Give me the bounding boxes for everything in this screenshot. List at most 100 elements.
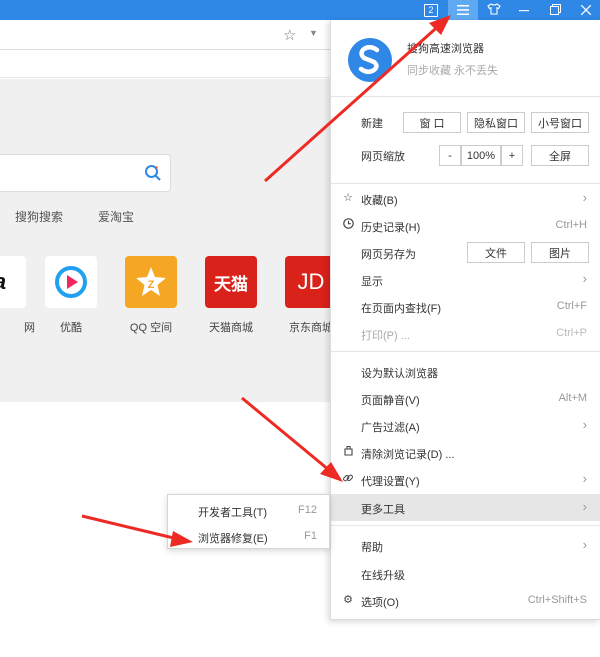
- main-menu: 搜狗高速浏览器 同步收藏 永不丢失 新建 窗 口 隐私窗口 小号窗口 网页缩放 …: [330, 20, 600, 620]
- divider: [331, 183, 600, 184]
- chevron-right-icon: ›: [582, 537, 587, 552]
- skin-button[interactable]: [480, 0, 508, 20]
- chevron-down-icon[interactable]: ▼: [309, 28, 318, 38]
- site-tile-tmall[interactable]: 天猫 天猫商城: [196, 256, 266, 335]
- menu-item-label: 选项(O): [361, 597, 399, 609]
- shortcut-label: F1: [304, 530, 317, 542]
- broom-icon: [341, 445, 355, 459]
- tab-count-badge: 2: [424, 3, 438, 17]
- submenu-item-browser-repair[interactable]: 浏览器修复(E) F1: [168, 523, 331, 549]
- hamburger-icon: [457, 3, 469, 18]
- menu-item-label: 在页面内查找(F): [361, 303, 442, 315]
- save-file-button[interactable]: 文件: [467, 242, 525, 263]
- shortcut-label: Ctrl+P: [556, 327, 587, 339]
- bookmark-bar: [0, 50, 330, 78]
- site-label: 优酷: [60, 322, 82, 334]
- brand-name: 搜狗高速浏览器: [407, 43, 484, 55]
- chevron-right-icon: ›: [582, 417, 587, 432]
- menu-item-more-tools[interactable]: 更多工具 ›: [331, 494, 600, 521]
- new-window-button[interactable]: 窗 口: [403, 112, 461, 133]
- menu-item-label: 广告过滤(A): [361, 422, 420, 434]
- arrow-to-more-tools: [241, 396, 343, 482]
- menu-item-mute[interactable]: 页面静音(V) Alt+M: [331, 385, 600, 412]
- tmall-logo: 天猫: [205, 256, 257, 308]
- zoom-value: 100%: [461, 145, 501, 166]
- close-icon: [580, 3, 592, 18]
- menu-item-label: 打印(P) ...: [361, 330, 410, 342]
- menu-item-find[interactable]: 在页面内查找(F) Ctrl+F: [331, 293, 600, 320]
- site-tile-qzone[interactable]: Z QQ 空间: [116, 256, 186, 335]
- menu-item-label: 显示: [361, 276, 383, 288]
- menu-item-upgrade[interactable]: 在线升级: [331, 560, 600, 587]
- menu-item-label: 在线升级: [361, 570, 405, 582]
- more-tools-submenu: 开发者工具(T) F12 浏览器修复(E) F1: [167, 494, 330, 549]
- zoom-label: 网页缩放: [361, 151, 405, 163]
- menu-item-label: 代理设置(Y): [361, 476, 420, 488]
- save-image-button[interactable]: 图片: [531, 242, 589, 263]
- shortcut-label: F12: [298, 504, 317, 516]
- gear-icon: ⚙: [343, 594, 353, 606]
- shirt-icon: [487, 2, 501, 18]
- menu-item-label: 清除浏览记录(D) ...: [361, 449, 455, 461]
- restore-button[interactable]: [543, 0, 567, 20]
- address-bar[interactable]: ☆ ▼: [0, 20, 330, 50]
- site-tile-youku[interactable]: 优酷: [36, 256, 106, 335]
- site-label: 天猫商城: [209, 322, 253, 334]
- star-icon[interactable]: ☆: [283, 26, 296, 44]
- new-small-window-button[interactable]: 小号窗口: [531, 112, 589, 133]
- site-label: 网: [24, 322, 35, 334]
- divider: [331, 525, 600, 526]
- menu-item-label: 页面静音(V): [361, 395, 420, 407]
- menu-item-options[interactable]: ⚙ 选项(O) Ctrl+Shift+S: [331, 587, 600, 614]
- menu-item-history[interactable]: 历史记录(H) Ctrl+H: [331, 212, 600, 239]
- zoom-in-button[interactable]: +: [501, 145, 523, 166]
- restore-icon: [549, 3, 561, 18]
- new-tab-page: 搜狗搜索 爱淘宝 a 网 优酷 Z QQ 空间 天猫 天猫商城 JD 京东商城: [0, 79, 337, 402]
- menu-item-clear-history[interactable]: 清除浏览记录(D) ...: [331, 439, 600, 466]
- close-button[interactable]: [574, 0, 598, 20]
- minimize-button[interactable]: [512, 0, 536, 20]
- site-logo: a: [0, 256, 26, 308]
- tab-count-button[interactable]: 2: [420, 0, 442, 20]
- chevron-right-icon: ›: [582, 190, 587, 205]
- youku-logo-icon: [45, 256, 97, 308]
- site-tile[interactable]: a 网: [0, 256, 35, 335]
- chevron-right-icon: ›: [582, 499, 587, 514]
- menu-item-display[interactable]: 显示 ›: [331, 266, 600, 293]
- shortcut-label: Ctrl+H: [555, 219, 587, 231]
- menu-item-label: 更多工具: [361, 504, 405, 516]
- zoom-out-button[interactable]: -: [439, 145, 461, 166]
- brand-subtitle[interactable]: 同步收藏 永不丢失: [407, 62, 498, 78]
- new-private-window-button[interactable]: 隐私窗口: [467, 112, 525, 133]
- new-label: 新建: [361, 118, 383, 130]
- qzone-logo-icon: Z: [125, 256, 177, 308]
- fullscreen-button[interactable]: 全屏: [531, 145, 589, 166]
- menu-item-label: 收藏(B): [361, 195, 398, 207]
- menu-item-favorites[interactable]: ☆ 收藏(B) ›: [331, 185, 600, 212]
- menu-item-proxy[interactable]: 代理设置(Y) ›: [331, 466, 600, 493]
- sogou-logo-icon: [347, 37, 393, 83]
- shortcut-label: Alt+M: [558, 392, 587, 404]
- menu-item-print[interactable]: 打印(P) ... Ctrl+P: [331, 320, 600, 347]
- menu-item-adblock[interactable]: 广告过滤(A) ›: [331, 412, 600, 439]
- menu-item-label: 历史记录(H): [361, 222, 421, 234]
- menu-item-help[interactable]: 帮助 ›: [331, 532, 600, 559]
- divider: [331, 351, 600, 352]
- menu-item-label: 帮助: [361, 542, 383, 554]
- quick-link-sogou-search[interactable]: 搜狗搜索: [15, 208, 63, 225]
- search-input[interactable]: [0, 154, 171, 192]
- minimize-icon: [519, 3, 529, 18]
- submenu-item-devtools[interactable]: 开发者工具(T) F12: [168, 497, 331, 523]
- divider: [331, 96, 600, 97]
- search-icon[interactable]: [144, 164, 162, 185]
- shortcut-label: Ctrl+F: [556, 300, 587, 312]
- qzone-logo-letter: Z: [148, 279, 155, 291]
- main-menu-button[interactable]: [448, 0, 478, 20]
- shortcut-label: Ctrl+Shift+S: [527, 594, 587, 606]
- menu-item-label: 开发者工具(T): [198, 507, 268, 519]
- menu-item-label: 网页另存为: [361, 249, 416, 261]
- clock-icon: [341, 218, 355, 232]
- title-bar: 2: [0, 0, 600, 20]
- menu-item-default-browser[interactable]: 设为默认浏览器: [331, 358, 600, 385]
- quick-link-aitaobao[interactable]: 爱淘宝: [98, 208, 134, 225]
